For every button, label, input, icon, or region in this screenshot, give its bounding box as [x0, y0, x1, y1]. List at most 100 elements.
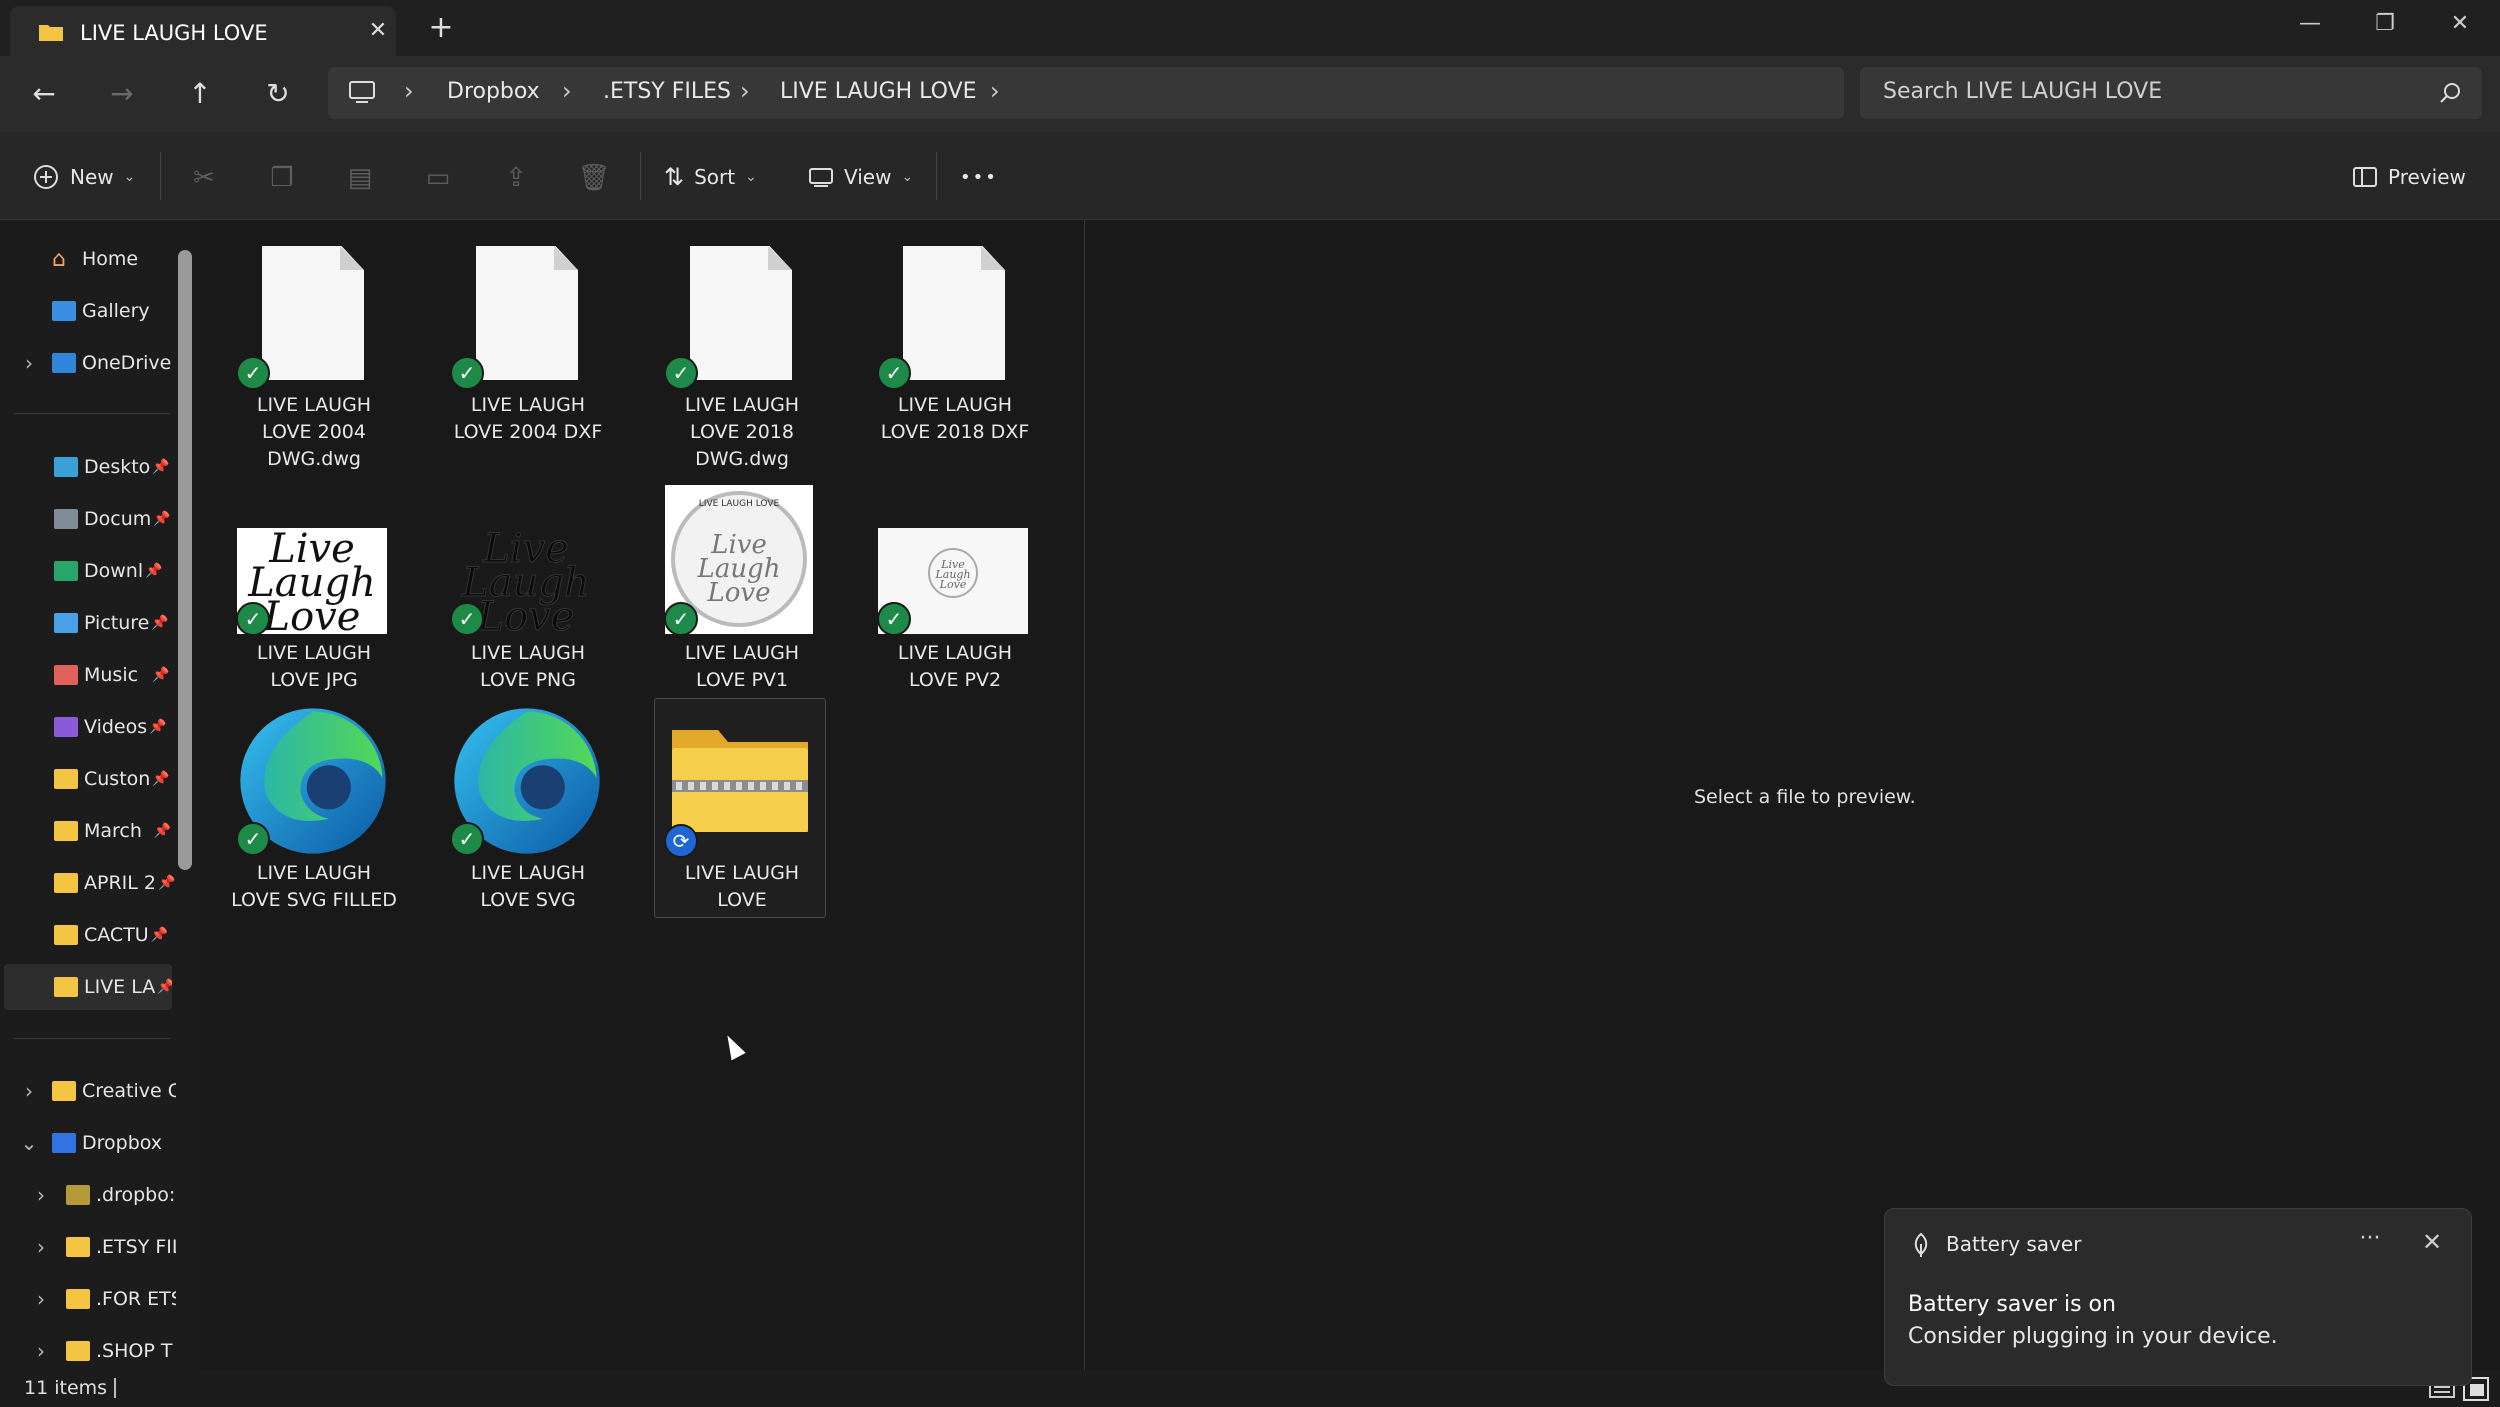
synced-check-icon: ✓: [236, 602, 270, 636]
breadcrumb-chevron[interactable]: ›: [740, 77, 750, 105]
home-icon: ⌂: [52, 246, 66, 272]
sidebar-item-documents[interactable]: Docum 📌: [0, 496, 176, 542]
folder-icon: [39, 25, 63, 41]
sidebar-item-cactus[interactable]: CACTU 📌: [0, 912, 176, 958]
sidebar-item-gallery[interactable]: Gallery: [0, 288, 176, 334]
sidebar-item-march[interactable]: March 📌: [0, 808, 176, 854]
sidebar-item-dropbox-hidden[interactable]: › .dropbo:: [0, 1172, 176, 1218]
file-label[interactable]: LIVE LAUGH LOVE SVG FILLED: [228, 860, 400, 914]
sidebar-item-pictures[interactable]: Picture 📌: [0, 600, 176, 646]
refresh-button[interactable]: ↻: [254, 72, 302, 116]
notification-close-button[interactable]: ✕: [2414, 1228, 2450, 1256]
breadcrumb-live-laugh-love[interactable]: LIVE LAUGH LOVE: [780, 79, 977, 104]
sidebar-item-live-laugh-love[interactable]: LIVE LA 📌: [4, 964, 172, 1010]
chevron-right-icon[interactable]: ›: [18, 351, 40, 375]
share-icon[interactable]: ⇪: [496, 158, 536, 198]
sidebar-item-for-etsy[interactable]: › .FOR ETS: [0, 1276, 176, 1322]
chevron-down-icon[interactable]: ⌄: [18, 1131, 40, 1155]
chevron-right-icon[interactable]: ›: [30, 1339, 52, 1363]
sidebar-item-label: Music: [84, 664, 139, 686]
address-bar[interactable]: [328, 67, 1844, 119]
cut-icon[interactable]: ✂: [184, 158, 224, 198]
new-tab-button[interactable]: +: [425, 12, 457, 44]
folder-icon: [54, 769, 78, 789]
sidebar-item-label: March: [84, 820, 142, 842]
sidebar-item-music[interactable]: Music 📌: [0, 652, 176, 698]
folder-icon: [66, 1185, 90, 1205]
sidebar-item-onedrive[interactable]: › OneDrive: [0, 340, 176, 386]
file-label[interactable]: LIVE LAUGH LOVE PNG: [442, 640, 614, 694]
tab-close-icon[interactable]: ✕: [365, 18, 391, 44]
sidebar-item-creative-cloud[interactable]: › Creative C: [0, 1068, 176, 1114]
folder-icon: [54, 925, 78, 945]
file-label[interactable]: LIVE LAUGH LOVE PV1: [656, 640, 828, 694]
sidebar-scrollbar[interactable]: [178, 250, 192, 870]
sidebar-item-downloads[interactable]: Downl 📌: [0, 548, 176, 594]
forward-button[interactable]: →: [98, 72, 146, 116]
file-label[interactable]: LIVE LAUGH LOVE 2018 DXF: [869, 392, 1041, 446]
tab-live-laugh-love[interactable]: LIVE LAUGH LOVE ✕: [10, 6, 396, 56]
this-pc-icon[interactable]: [348, 80, 376, 106]
sidebar-item-label: OneDrive: [82, 352, 172, 374]
new-button[interactable]: New ⌄: [32, 156, 135, 198]
maximize-button[interactable]: ❐: [2355, 6, 2415, 42]
notification-more-button[interactable]: ···: [2352, 1226, 2388, 1251]
pin-icon: 📌: [151, 615, 169, 631]
sidebar-item-label: Custon: [84, 768, 151, 790]
divider: [160, 152, 161, 200]
file-label[interactable]: LIVE LAUGH LOVE 2004 DXF: [442, 392, 614, 446]
sidebar-item-custom[interactable]: Custon 📌: [0, 756, 176, 802]
chevron-right-icon[interactable]: ›: [18, 1079, 40, 1103]
file-label[interactable]: LIVE LAUGH LOVE 2018 DWG.dwg: [656, 392, 828, 473]
sidebar-item-dropbox[interactable]: ⌄ Dropbox: [0, 1120, 176, 1166]
file-label[interactable]: LIVE LAUGH LOVE: [656, 860, 828, 914]
file-label[interactable]: LIVE LAUGH LOVE SVG: [442, 860, 614, 914]
file-label[interactable]: LIVE LAUGH LOVE 2004 DWG.dwg: [228, 392, 400, 473]
preview-label: Preview: [2388, 165, 2466, 189]
sidebar-item-home[interactable]: ⌂ Home: [0, 236, 176, 282]
file-label[interactable]: LIVE LAUGH LOVE PV2: [869, 640, 1041, 694]
rename-icon[interactable]: ▭: [418, 158, 458, 198]
back-button[interactable]: ←: [20, 72, 68, 116]
pin-icon: 📌: [152, 771, 170, 787]
delete-icon[interactable]: 🗑: [574, 158, 614, 198]
file-label[interactable]: LIVE LAUGH LOVE JPG: [228, 640, 400, 694]
more-options-button[interactable]: •••: [960, 156, 998, 198]
copy-icon[interactable]: ❐: [262, 158, 302, 198]
dropbox-icon: [52, 1133, 76, 1153]
sync-pending-icon: ⟳: [664, 824, 698, 858]
breadcrumb-chevron[interactable]: ›: [562, 77, 572, 105]
sidebar-item-label: .ETSY FIL: [96, 1236, 176, 1258]
chevron-right-icon[interactable]: ›: [30, 1183, 52, 1207]
chevron-right-icon[interactable]: ›: [30, 1287, 52, 1311]
synced-check-icon: ✓: [450, 602, 484, 636]
sidebar-item-label: Home: [82, 248, 139, 270]
breadcrumb-chevron[interactable]: ›: [990, 77, 1000, 105]
minimize-button[interactable]: —: [2280, 6, 2340, 42]
view-button[interactable]: View ⌄: [808, 156, 913, 198]
pin-icon: 📌: [153, 511, 171, 527]
close-window-button[interactable]: ✕: [2430, 6, 2490, 42]
breadcrumb-chevron[interactable]: ›: [404, 77, 414, 105]
sidebar-item-april[interactable]: APRIL 2 📌: [0, 860, 176, 906]
sort-button[interactable]: ⇅ Sort ⌄: [664, 156, 757, 198]
zip-folder-icon[interactable]: [670, 720, 810, 834]
sidebar-item-label: .FOR ETS: [96, 1288, 176, 1310]
search-input[interactable]: Search LIVE LAUGH LOVE: [1883, 79, 2162, 104]
sidebar-item-desktop[interactable]: Deskto 📌: [0, 444, 176, 490]
sidebar-item-etsy-files[interactable]: › .ETSY FIL: [0, 1224, 176, 1270]
preview-pane-button[interactable]: Preview: [2352, 156, 2466, 198]
synced-check-icon: ✓: [236, 356, 270, 390]
chevron-right-icon[interactable]: ›: [30, 1235, 52, 1259]
sidebar-item-videos[interactable]: Videos 📌: [0, 704, 176, 750]
notification-app-name: Battery saver: [1946, 1232, 2082, 1256]
sort-label: Sort: [694, 165, 736, 189]
breadcrumb-etsy-files[interactable]: .ETSY FILES: [603, 79, 731, 104]
search-icon[interactable]: [2438, 80, 2464, 106]
breadcrumb-dropbox[interactable]: Dropbox: [447, 79, 540, 104]
sidebar-item-shop[interactable]: › .SHOP T: [0, 1328, 176, 1374]
up-button[interactable]: ↑: [176, 72, 224, 116]
paste-icon[interactable]: ▤: [340, 158, 380, 198]
divider: [936, 152, 937, 200]
pin-icon: 📌: [157, 979, 172, 995]
